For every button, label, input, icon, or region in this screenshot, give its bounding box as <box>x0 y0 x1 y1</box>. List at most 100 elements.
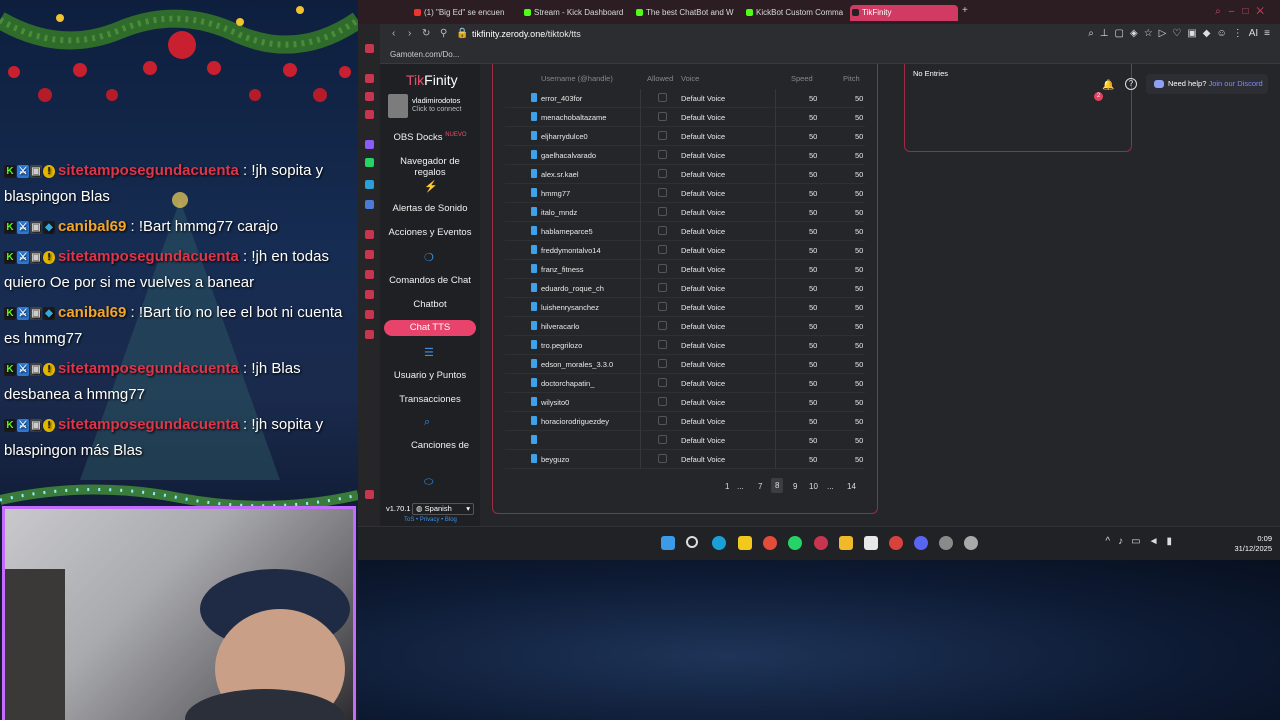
row-speed[interactable]: 50 <box>809 132 817 141</box>
hamburger-icon[interactable]: ≡ <box>1264 28 1270 39</box>
language-select[interactable]: ◍ Spanish ▾ <box>412 503 474 515</box>
delete-icon[interactable] <box>531 169 537 178</box>
delete-icon[interactable] <box>531 207 537 216</box>
app-icon[interactable] <box>365 92 374 101</box>
row-speed[interactable]: 50 <box>809 265 817 274</box>
row-speed[interactable]: 50 <box>809 170 817 179</box>
row-speed[interactable]: 50 <box>809 455 817 464</box>
app-icon[interactable] <box>365 250 374 259</box>
table-row[interactable]: horaciorodriguezdey Default Voice 50 50 <box>505 412 865 431</box>
tab-chatbot[interactable]: The best ChatBot and Wi <box>634 5 734 21</box>
download-icon[interactable] <box>365 290 374 299</box>
row-speed[interactable]: 50 <box>809 246 817 255</box>
allowed-checkbox[interactable] <box>658 245 667 254</box>
twitch-icon[interactable] <box>365 140 374 149</box>
row-pitch[interactable]: 50 <box>855 170 863 179</box>
delete-icon[interactable] <box>531 245 537 254</box>
row-voice[interactable]: Default Voice <box>681 132 725 141</box>
delete-icon[interactable] <box>531 283 537 292</box>
steam-icon[interactable] <box>939 536 953 550</box>
allowed-checkbox[interactable] <box>658 340 667 349</box>
row-pitch[interactable]: 50 <box>855 208 863 217</box>
row-speed[interactable]: 50 <box>809 94 817 103</box>
settings-icon[interactable] <box>964 536 978 550</box>
row-voice[interactable]: Default Voice <box>681 360 725 369</box>
menu-acciones-eventos[interactable]: Acciones y Eventos <box>384 227 476 238</box>
table-row[interactable]: gaelhacalvarado Default Voice 50 50 <box>505 146 865 165</box>
col-speed[interactable]: Speed <box>791 74 813 83</box>
allowed-checkbox[interactable] <box>658 169 667 178</box>
row-pitch[interactable]: 50 <box>855 341 863 350</box>
table-row[interactable]: error_403for Default Voice 50 50 <box>505 89 865 108</box>
row-pitch[interactable]: 50 <box>855 379 863 388</box>
app-icon[interactable] <box>365 490 374 499</box>
delete-icon[interactable] <box>531 378 537 387</box>
clock-icon[interactable] <box>365 230 374 239</box>
row-voice[interactable]: Default Voice <box>681 341 725 350</box>
allowed-checkbox[interactable] <box>658 321 667 330</box>
allowed-checkbox[interactable] <box>658 416 667 425</box>
row-speed[interactable]: 50 <box>809 436 817 445</box>
forward-icon[interactable]: › <box>408 28 411 39</box>
table-row[interactable]: italo_mndz Default Voice 50 50 <box>505 203 865 222</box>
table-row[interactable]: wilysito0 Default Voice 50 50 <box>505 393 865 412</box>
row-voice[interactable]: Default Voice <box>681 436 725 445</box>
allowed-checkbox[interactable] <box>658 207 667 216</box>
page-14[interactable]: 14 <box>847 482 856 491</box>
page-7[interactable]: 7 <box>758 482 762 491</box>
menu-comandos-chat[interactable]: Comandos de Chat <box>384 275 476 286</box>
minimize-icon[interactable]: – <box>1229 6 1243 17</box>
allowed-checkbox[interactable] <box>658 283 667 292</box>
history-icon[interactable] <box>365 270 374 279</box>
row-pitch[interactable]: 50 <box>855 94 863 103</box>
row-speed[interactable]: 50 <box>809 151 817 160</box>
allowed-checkbox[interactable] <box>658 264 667 273</box>
chevron-up-icon[interactable]: ^ <box>1105 536 1118 547</box>
row-speed[interactable]: 50 <box>809 398 817 407</box>
row-voice[interactable]: Default Voice <box>681 246 725 255</box>
puzzle-icon[interactable]: ◆ <box>1203 28 1211 39</box>
help-icon[interactable]: ? <box>1125 78 1137 90</box>
allowed-checkbox[interactable] <box>658 397 667 406</box>
row-voice[interactable]: Default Voice <box>681 455 725 464</box>
row-pitch[interactable]: 50 <box>855 436 863 445</box>
delete-icon[interactable] <box>531 454 537 463</box>
site-settings-icon[interactable]: ⚲ <box>440 28 447 39</box>
table-row[interactable]: tro.pegrilozo Default Voice 50 50 <box>505 336 865 355</box>
profile[interactable]: vladimirodotos Click to connect <box>388 94 476 122</box>
ai-button[interactable]: AI <box>1249 28 1258 39</box>
row-speed[interactable]: 50 <box>809 227 817 236</box>
delete-icon[interactable] <box>531 416 537 425</box>
new-tab-button[interactable]: + <box>962 5 968 16</box>
table-row[interactable]: hmmg77 Default Voice 50 50 <box>505 184 865 203</box>
menu-chatbot[interactable]: Chatbot <box>384 299 476 310</box>
star-icon[interactable]: ☆ <box>1144 28 1153 39</box>
discord-link[interactable]: Join our Discord <box>1208 79 1262 88</box>
back-icon[interactable]: ‹ <box>392 28 395 39</box>
table-row[interactable]: eduardo_roque_ch Default Voice 50 50 <box>505 279 865 298</box>
row-speed[interactable]: 50 <box>809 417 817 426</box>
settings-icon[interactable] <box>365 330 374 339</box>
row-voice[interactable]: Default Voice <box>681 151 725 160</box>
menu-chat-tts[interactable]: Chat TTS <box>384 320 476 336</box>
table-row[interactable]: beyguzo Default Voice 50 50 <box>505 450 865 469</box>
menu-obs-docks[interactable]: OBS Docks NUEVO <box>384 132 476 143</box>
row-pitch[interactable]: 50 <box>855 151 863 160</box>
zoom-icon[interactable]: ⌕ <box>1088 28 1094 39</box>
delete-icon[interactable] <box>531 93 537 102</box>
row-pitch[interactable]: 50 <box>855 265 863 274</box>
row-voice[interactable]: Default Voice <box>681 284 725 293</box>
keyboard-icon[interactable]: ▭ <box>1131 536 1148 547</box>
page-9[interactable]: 9 <box>793 482 797 491</box>
row-pitch[interactable]: 50 <box>855 322 863 331</box>
delete-icon[interactable] <box>531 188 537 197</box>
sticky-notes-icon[interactable] <box>738 536 752 550</box>
chrome-icon[interactable] <box>763 536 777 550</box>
delete-icon[interactable] <box>531 397 537 406</box>
tab-kickbot[interactable]: KickBot Custom Comma <box>744 5 844 21</box>
file-explorer-icon[interactable] <box>839 536 853 550</box>
row-pitch[interactable]: 50 <box>855 189 863 198</box>
delete-icon[interactable] <box>531 264 537 273</box>
calendar-icon[interactable] <box>864 536 878 550</box>
table-row[interactable]: hablameparce5 Default Voice 50 50 <box>505 222 865 241</box>
